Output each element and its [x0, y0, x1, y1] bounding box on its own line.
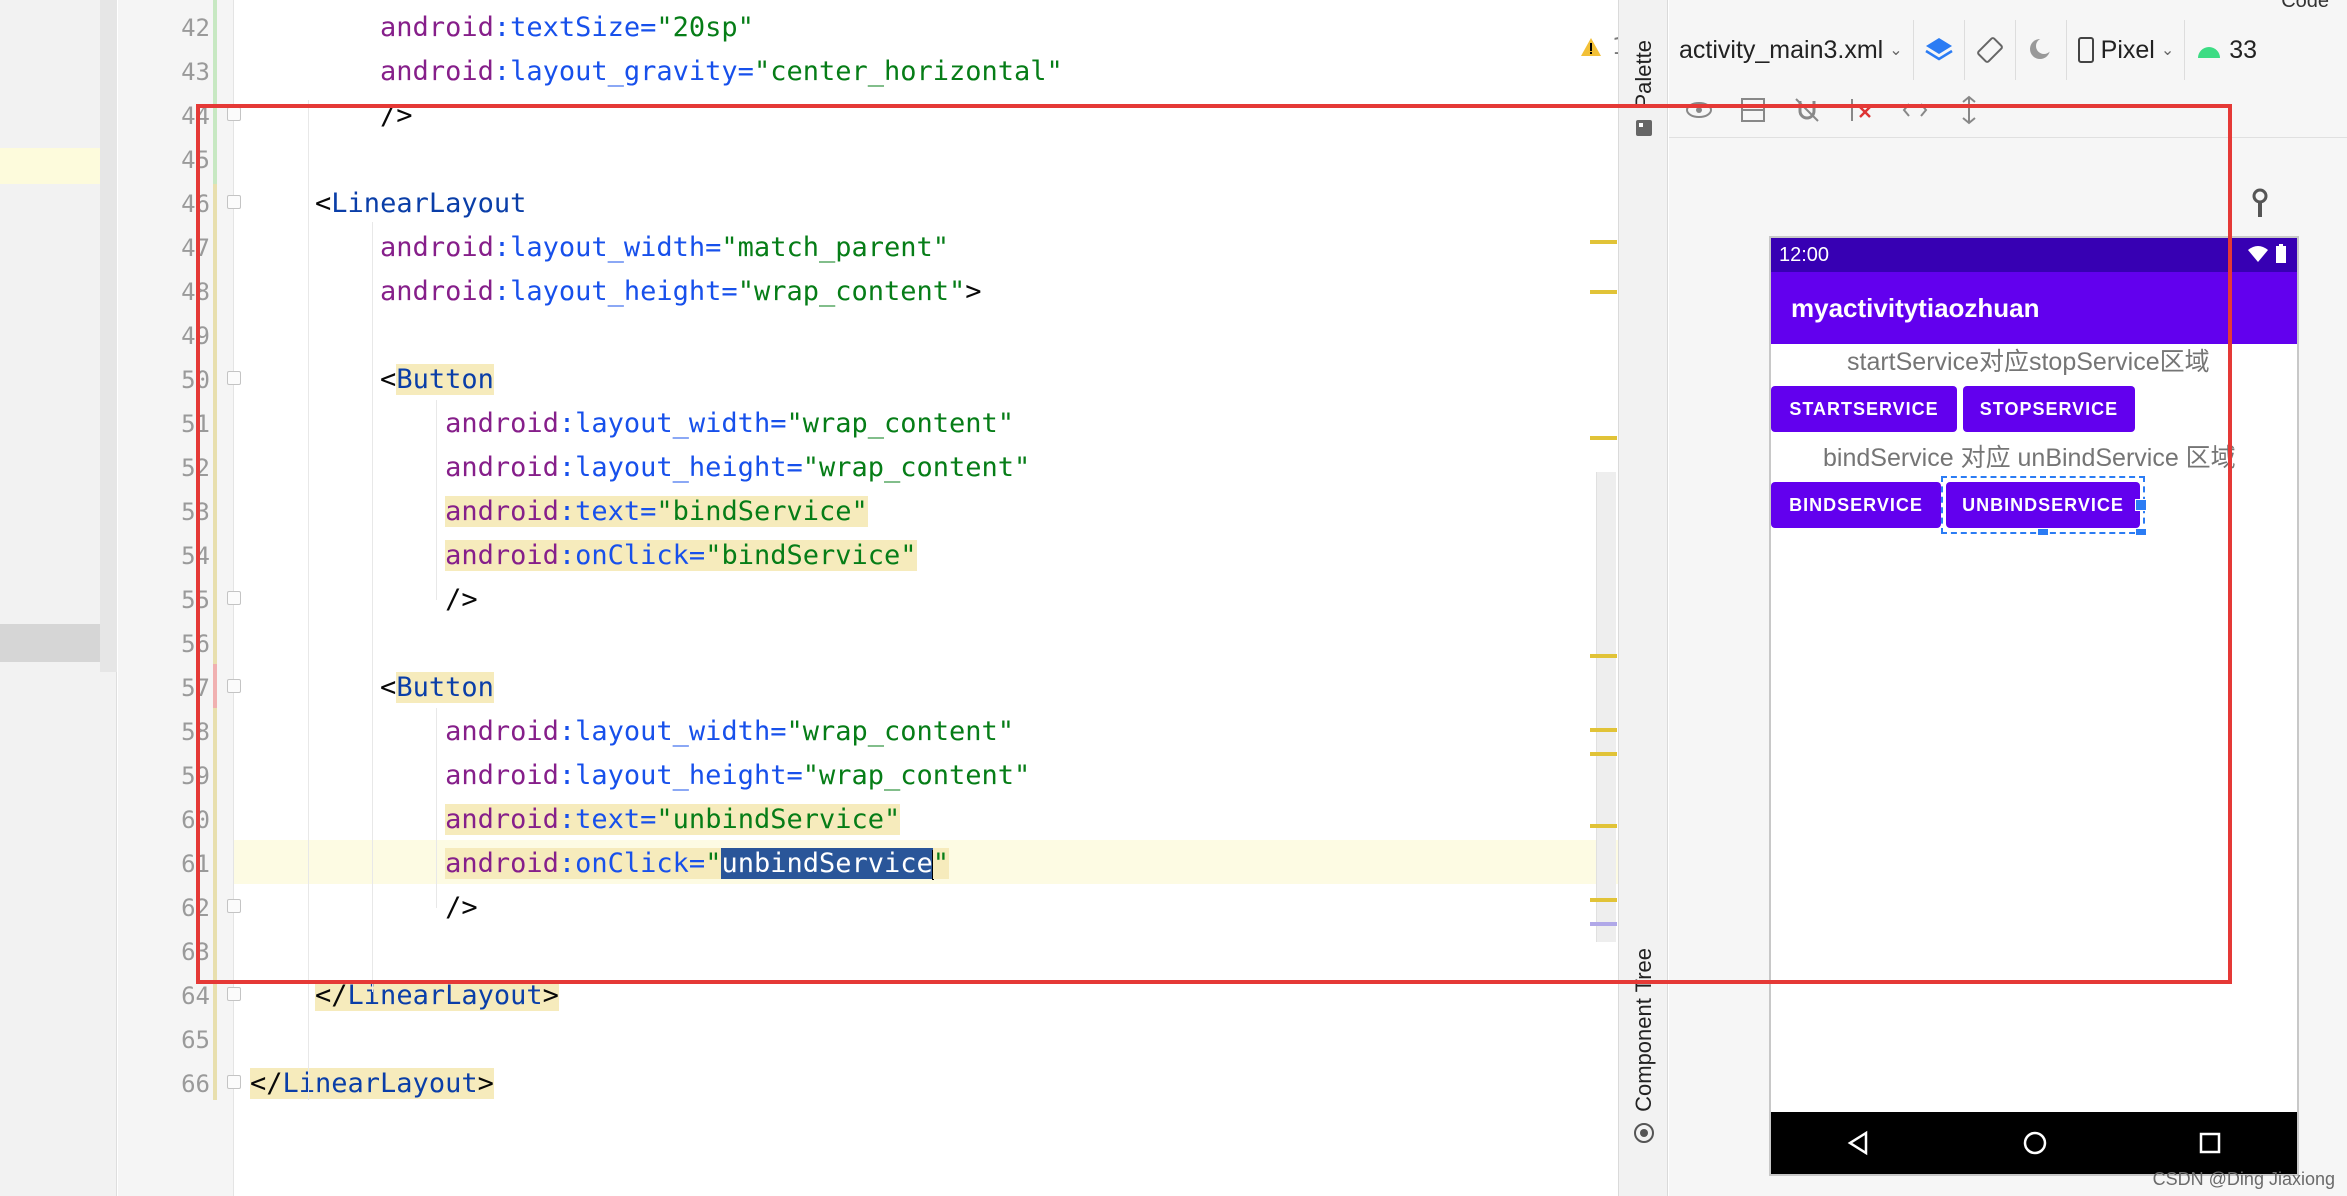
- design-surface-button[interactable]: [1914, 20, 1965, 80]
- code-token: >: [542, 980, 559, 1011]
- line-number: 42: [181, 14, 210, 42]
- code-line[interactable]: </LinearLayout>: [250, 1062, 494, 1106]
- chevron-down-icon: ⌄: [1889, 42, 1903, 59]
- android-icon: [2198, 47, 2221, 58]
- night-mode-button[interactable]: [2016, 20, 2067, 80]
- layout-file-selector[interactable]: activity_main3.xml ⌄: [1669, 20, 1914, 80]
- chevron-down-icon: ⌄: [2160, 42, 2175, 59]
- code-token: android: [380, 12, 494, 43]
- warning-icon: [1581, 38, 1601, 56]
- code-token: LinearLayout: [347, 980, 543, 1011]
- line-number: 43: [181, 58, 210, 86]
- code-token: :layout_gravity=: [493, 56, 754, 87]
- code-line[interactable]: android:textSize="20sp": [250, 6, 754, 50]
- fold-marker[interactable]: [227, 1075, 241, 1089]
- home-icon[interactable]: [2022, 1130, 2048, 1156]
- system-nav-bar: [1771, 1112, 2297, 1174]
- fold-marker[interactable]: [227, 987, 241, 1001]
- design-toolbar: activity_main3.xml ⌄ Pixel ⌄ 33: [1669, 20, 2347, 80]
- code-token: :textSize=: [493, 12, 657, 43]
- code-token: LinearLayout: [282, 1068, 478, 1099]
- back-icon[interactable]: [1846, 1130, 1872, 1156]
- recents-icon[interactable]: [2198, 1131, 2222, 1155]
- api-level-selector[interactable]: 33: [2185, 20, 2267, 80]
- api-level: 33: [2229, 35, 2258, 64]
- device-selector[interactable]: Pixel ⌄: [2067, 20, 2186, 80]
- code-token: >: [477, 1068, 494, 1099]
- phone-icon: [2077, 37, 2094, 63]
- wifi-icon: [2248, 246, 2268, 262]
- project-panel-edge: [0, 0, 117, 1196]
- code-view-label[interactable]: Code: [2281, 0, 2329, 13]
- battery-icon: [2276, 244, 2286, 263]
- watermark: CSDN @Ding Jiaxiong: [2152, 1169, 2335, 1189]
- line-number: 65: [181, 1026, 210, 1054]
- code-line[interactable]: android:layout_gravity="center_horizonta…: [250, 50, 1063, 94]
- code-token: android: [380, 56, 494, 87]
- line-number: 66: [181, 1070, 210, 1098]
- code-token: "20sp": [656, 12, 754, 43]
- rotate-icon: [1976, 37, 2003, 63]
- component-tree-icon: [1634, 1122, 1654, 1143]
- night-mode-icon: [2029, 38, 2052, 59]
- annotation-highlight-box: [196, 104, 2232, 984]
- code-token: "center_horizontal": [753, 56, 1063, 87]
- palette-tab-label: Palette: [1631, 40, 1656, 109]
- inspection-widget[interactable]: 14: [1580, 30, 1618, 64]
- layers-icon: [1924, 38, 1953, 61]
- layout-file-name: activity_main3.xml: [1679, 35, 1884, 64]
- code-token: </: [315, 980, 348, 1011]
- code-token: </: [250, 1068, 283, 1099]
- orientation-button[interactable]: [1965, 20, 2016, 80]
- project-panel-scrollbar[interactable]: [100, 0, 117, 672]
- device-name: Pixel: [2100, 35, 2155, 64]
- wrench-icon[interactable]: [2248, 188, 2278, 222]
